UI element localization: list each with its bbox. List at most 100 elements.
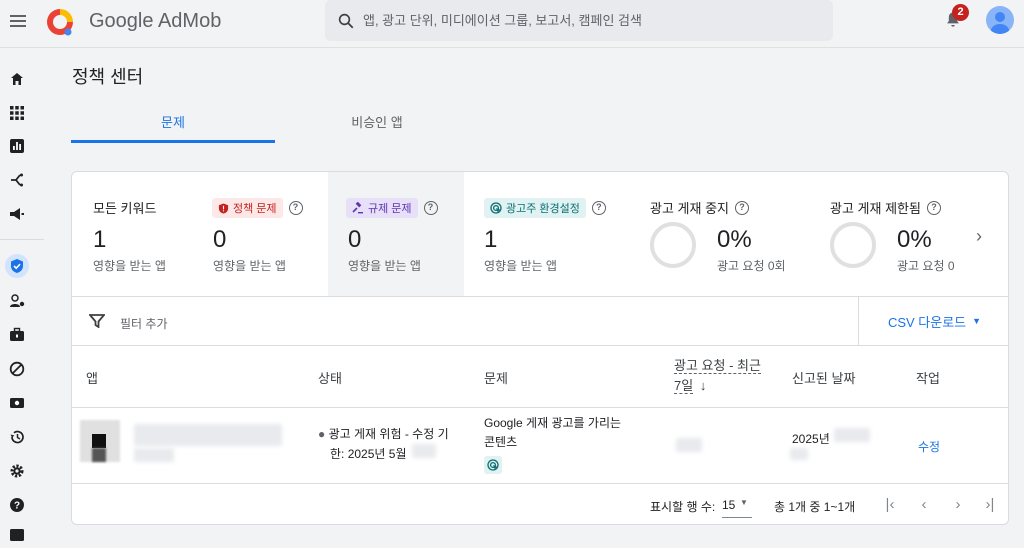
top-app-bar: Google AdMob 2 [0,0,1024,48]
notification-badge: 2 [952,4,969,21]
rows-per-page-select[interactable]: 15 ▼ [722,492,752,518]
help-icon: ? [10,498,24,512]
help-icon[interactable]: ? [423,201,438,215]
column-header-action: 작업 [916,371,940,386]
metric-ad-serving-disabled[interactable]: 광고 게재 중지 ? 0% 광고 요청 0회 [642,172,822,296]
app-name-redacted [134,424,282,446]
sidebar-item-policy-center[interactable] [5,254,29,278]
edit-link[interactable]: 수정 [918,438,940,455]
search-icon [338,13,354,28]
tab-issues[interactable]: 문제 [71,112,275,143]
sidebar-item-mediation[interactable] [5,168,29,192]
ads-click-icon [490,202,502,214]
column-header-app[interactable]: 앱 [86,368,98,387]
csv-download-button[interactable]: CSV 다운로드 ▼ [858,297,1008,345]
privacy-user-icon [10,294,25,307]
metric-label-wrap: 광고주 환경설정 ? [484,198,606,218]
avatar[interactable] [986,6,1014,34]
gauge-ring [650,222,696,268]
gauge-ring [830,222,876,268]
metric-value: 1 [93,226,107,253]
help-icon[interactable]: ? [734,200,749,215]
metric-label: 광고 게재 중지 [650,201,729,216]
metric-sub: 광고 요청 0회 [717,259,786,273]
sidebar-item-campaigns[interactable] [5,202,29,226]
reported-date-redacted [790,448,808,460]
sidebar-nav: ? [0,48,44,541]
metric-label: 광고 게재 제한됨 [830,201,921,216]
metric-advertiser-preferences[interactable]: 광고주 환경설정 ? 1 영향을 받는 앱 [464,172,642,296]
advertiser-chip-label: 광고주 환경설정 [506,203,580,215]
search-bar[interactable] [325,0,833,41]
metric-regulatory-issues[interactable]: 규제 문제 ? 0 영향을 받는 앱 [328,172,464,296]
history-icon [10,430,24,444]
metric-value: 0 [348,226,362,253]
help-icon[interactable]: ? [288,201,303,215]
sidebar-item-settings[interactable] [5,459,29,483]
first-page-icon[interactable]: |‹ [878,493,902,517]
metric-sub: 영향을 받는 앱 [93,259,166,273]
ads-click-icon [487,459,499,471]
reported-date-cell: 2025년 [792,432,830,446]
add-filter-input[interactable]: 필터 추가 [120,315,168,332]
last-page-icon[interactable]: ›| [978,493,1002,517]
column-header-ad-requests[interactable]: 광고 요청 - 최근 7일 ↓ [674,356,761,396]
help-icon[interactable]: ? [926,200,941,215]
metric-value: 0% [717,226,752,253]
metric-policy-issues[interactable]: 정책 문제 ? 0 영향을 받는 앱 [202,172,328,296]
sidebar-item-blocking-controls[interactable] [5,323,29,347]
chevron-right-icon[interactable]: › [976,226,982,247]
help-icon[interactable]: ? [591,201,606,215]
pagination: 표시할 행 수: 15 ▼ 총 1개 중 1~1개 |‹ ‹ › ›| [72,484,1008,524]
ad-requests-header-line2: 7일 [674,378,694,394]
policy-chip: 정책 문제 [212,198,283,218]
menu-icon[interactable] [8,12,28,32]
status-text-line1: 광고 게재 위험 - 수정 기 [328,427,449,441]
next-page-icon[interactable]: › [946,493,970,517]
status-dot-icon: ● [318,427,329,441]
metric-sub: 광고 요청 0 [897,259,955,273]
sidebar-item-block[interactable] [5,357,29,381]
feedback-icon [10,529,24,541]
app-id-redacted [134,448,174,462]
search-input[interactable] [363,13,803,28]
ad-requests-redacted [676,438,702,452]
metric-sub: 영향을 받는 앱 [348,259,421,273]
sidebar-item-feedback[interactable] [5,524,29,548]
apps-grid-icon [10,106,24,120]
issue-cell: Google 게재 광고를 가리는 콘텐츠 [484,414,621,452]
column-header-reported-date[interactable]: 신고된 날짜 [792,368,855,387]
svg-text:?: ? [14,501,20,512]
gear-icon [10,464,24,478]
table-header: 앱 상태 문제 광고 요청 - 최근 7일 ↓ 신고된 날짜 작업 [72,345,1008,408]
sidebar-item-apps[interactable] [5,101,29,125]
metric-ad-serving-limited[interactable]: 광고 게재 제한됨 ? 0% 광고 요청 0 [822,172,972,296]
mediation-icon [11,173,23,187]
advertiser-preferences-icon [484,456,502,474]
sidebar-item-home[interactable] [5,67,29,91]
sidebar-item-reports[interactable] [5,134,29,158]
metric-sub: 영향을 받는 앱 [484,259,557,273]
rows-per-page-label: 표시할 행 수: [650,500,716,514]
advertiser-chip: 광고주 환경설정 [484,198,586,218]
metric-label-wrap: 광고 게재 중지 ? [650,198,749,217]
metric-all-keywords[interactable]: 모든 키워드 1 영향을 받는 앱 [72,172,202,296]
metric-label-wrap: 규제 문제 ? [346,198,438,218]
column-header-issue[interactable]: 문제 [484,368,508,387]
sidebar-item-help[interactable]: ? [5,493,29,517]
column-header-status[interactable]: 상태 [318,368,342,387]
caret-down-icon: ▼ [972,316,982,326]
bar-chart-icon [10,139,24,153]
sidebar-item-payments[interactable] [5,391,29,415]
previous-page-icon[interactable]: ‹ [912,493,936,517]
metric-label-wrap: 광고 게재 제한됨 ? [830,198,941,217]
filter-icon[interactable] [89,314,105,328]
csv-download-label: CSV 다운로드 [887,314,967,330]
sidebar-item-history[interactable] [5,425,29,449]
account-icon [991,12,1009,34]
page-range: 총 1개 중 1~1개 [774,500,856,514]
regulatory-chip-label: 규제 문제 [368,203,412,215]
tab-disapproved-apps[interactable]: 비승인 앱 [275,112,479,143]
sidebar-item-privacy[interactable] [5,289,29,313]
briefcase-icon [10,327,24,341]
